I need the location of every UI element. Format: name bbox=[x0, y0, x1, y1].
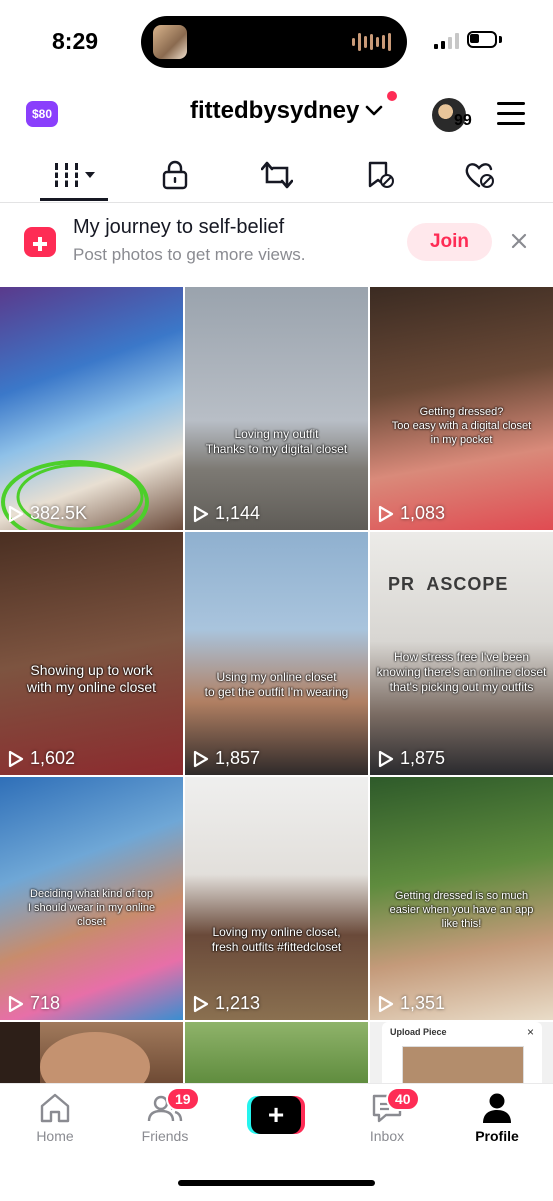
view-count: 718 bbox=[8, 993, 60, 1014]
video-tile[interactable]: PR ASCOPE How stress free I've been knowi… bbox=[370, 532, 553, 775]
video-tile[interactable]: 382.5K bbox=[0, 287, 183, 530]
tabs-divider bbox=[0, 202, 553, 203]
now-playing-thumbnail bbox=[153, 25, 187, 59]
chevron-down-icon[interactable] bbox=[365, 104, 383, 118]
notification-dot bbox=[387, 91, 397, 101]
tab-favorites[interactable] bbox=[355, 155, 405, 195]
view-count: 1,602 bbox=[8, 748, 75, 769]
bookmark-icon bbox=[368, 161, 394, 188]
nav-profile-label: Profile bbox=[475, 1128, 519, 1144]
inbox-badge: 40 bbox=[386, 1087, 420, 1111]
view-count-value: 1,144 bbox=[215, 503, 261, 523]
plus-icon: + bbox=[251, 1096, 301, 1134]
nav-home-label: Home bbox=[36, 1128, 74, 1144]
dynamic-island[interactable] bbox=[141, 16, 407, 68]
tab-videos[interactable] bbox=[40, 155, 108, 195]
view-count: 382.5K bbox=[8, 503, 87, 524]
audio-waveform-icon bbox=[352, 32, 391, 52]
view-count-value: 382.5K bbox=[30, 503, 88, 523]
avatar-count-badge: 99 bbox=[454, 112, 472, 129]
play-icon bbox=[193, 750, 209, 767]
play-icon bbox=[8, 750, 24, 767]
video-tile[interactable]: Loving my online closet, fresh outfits #… bbox=[185, 777, 368, 1020]
video-caption: Loving my outfit Thanks to my digital cl… bbox=[205, 427, 348, 456]
video-caption: How stress free I've been knowing there'… bbox=[376, 650, 547, 694]
tab-private[interactable] bbox=[150, 155, 200, 195]
grid-icon bbox=[52, 163, 95, 187]
play-icon bbox=[378, 505, 394, 522]
view-count-value: 1,213 bbox=[215, 993, 261, 1013]
close-icon[interactable] bbox=[510, 232, 528, 250]
view-count-value: 1,857 bbox=[215, 748, 261, 768]
menu-icon[interactable] bbox=[497, 102, 525, 132]
video-tile-partial[interactable] bbox=[0, 1022, 183, 1084]
first-aid-kit-icon bbox=[24, 227, 56, 257]
video-caption: Deciding what kind of top I should wear … bbox=[27, 888, 156, 928]
battery-level bbox=[470, 34, 479, 43]
tab-liked[interactable] bbox=[455, 155, 505, 195]
profile-icon bbox=[483, 1093, 511, 1123]
green-scribble-annotation bbox=[1, 460, 149, 530]
play-icon bbox=[378, 995, 394, 1012]
battery-tip bbox=[499, 36, 502, 43]
view-count: 1,083 bbox=[378, 503, 445, 524]
video-tile-partial[interactable] bbox=[185, 1022, 368, 1084]
video-tile[interactable]: Deciding what kind of top I should wear … bbox=[0, 777, 183, 1020]
nav-home[interactable]: Home bbox=[15, 1092, 95, 1144]
video-tile[interactable]: Using my online closet to get the outfit… bbox=[185, 532, 368, 775]
view-count: 1,144 bbox=[193, 503, 260, 524]
join-button[interactable]: Join bbox=[407, 223, 492, 261]
video-tile-partial[interactable]: Upload Piece × bbox=[370, 1022, 553, 1084]
nav-inbox-label: Inbox bbox=[369, 1128, 405, 1144]
create-button[interactable]: + bbox=[247, 1096, 305, 1134]
play-icon bbox=[193, 995, 209, 1012]
signal-icon bbox=[434, 33, 459, 49]
home-icon bbox=[40, 1093, 70, 1123]
view-count-value: 1,083 bbox=[400, 503, 446, 523]
lock-icon bbox=[162, 160, 188, 190]
video-caption: Loving my online closet, fresh outfits #… bbox=[211, 925, 342, 954]
tile-sign-text: PR ASCOPE bbox=[388, 574, 509, 594]
coins-button[interactable]: $80 bbox=[26, 101, 58, 127]
video-tile[interactable]: Getting dressed? Too easy with a digital… bbox=[370, 287, 553, 530]
video-tile[interactable]: Loving my outfit Thanks to my digital cl… bbox=[185, 287, 368, 530]
video-caption: Getting dressed is so much easier when y… bbox=[389, 890, 534, 930]
play-icon bbox=[8, 505, 24, 522]
close-icon: × bbox=[526, 1025, 534, 1039]
tab-reposts[interactable] bbox=[252, 155, 302, 195]
video-tile[interactable]: Showing up to work with my online closet… bbox=[0, 532, 183, 775]
view-count: 1,857 bbox=[193, 748, 260, 769]
upload-piece-title: Upload Piece bbox=[390, 1027, 447, 1037]
view-count: 1,875 bbox=[378, 748, 445, 769]
play-icon bbox=[8, 995, 24, 1012]
status-time: 8:29 bbox=[52, 28, 99, 54]
view-count-value: 718 bbox=[30, 993, 61, 1013]
view-count-value: 1,351 bbox=[400, 993, 446, 1013]
view-count-value: 1,875 bbox=[400, 748, 446, 768]
banner-subtitle: Post photos to get more views. bbox=[73, 245, 306, 264]
banner-title: My journey to self-belief bbox=[73, 216, 285, 238]
friends-badge: 19 bbox=[166, 1087, 200, 1111]
heart-icon bbox=[465, 163, 494, 188]
video-caption: Using my online closet to get the outfit… bbox=[204, 670, 349, 699]
play-icon bbox=[193, 505, 209, 522]
view-count-value: 1,602 bbox=[30, 748, 76, 768]
video-caption: Showing up to work with my online closet bbox=[26, 662, 157, 695]
view-count: 1,351 bbox=[378, 993, 445, 1014]
video-tile[interactable]: Getting dressed is so much easier when y… bbox=[370, 777, 553, 1020]
repost-icon bbox=[261, 161, 293, 189]
video-caption: Getting dressed? Too easy with a digital… bbox=[391, 406, 532, 446]
active-tab-indicator bbox=[40, 198, 108, 201]
nav-profile[interactable]: Profile bbox=[457, 1092, 537, 1144]
nav-friends-label: Friends bbox=[141, 1128, 189, 1144]
play-icon bbox=[378, 750, 394, 767]
view-count: 1,213 bbox=[193, 993, 260, 1014]
profile-username[interactable]: fittedbysydney bbox=[190, 97, 359, 125]
home-indicator bbox=[178, 1180, 375, 1186]
